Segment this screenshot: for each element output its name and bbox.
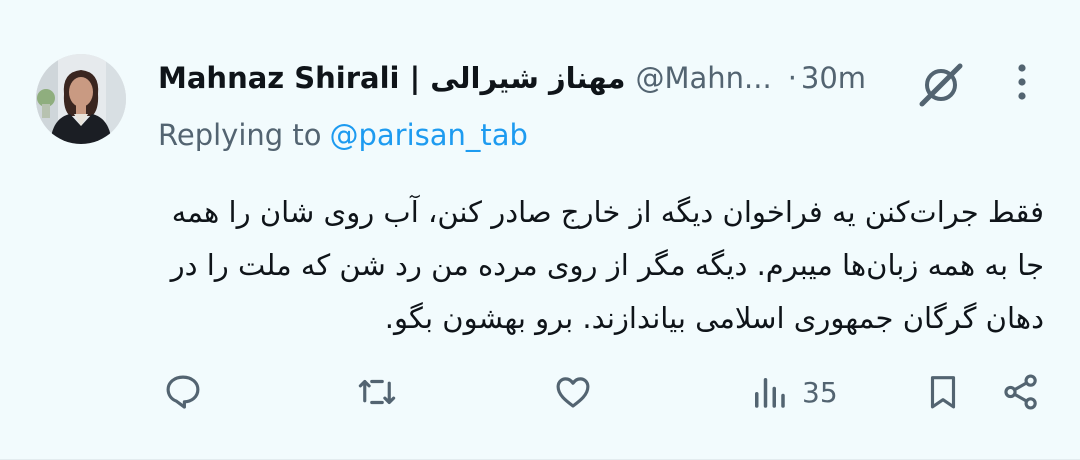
heart-icon (556, 377, 590, 408)
avatar-image (36, 54, 126, 144)
views-button[interactable]: 35 (748, 364, 838, 420)
reply-handle-link[interactable]: @parisan_tab (330, 118, 528, 152)
bookmark-icon (930, 376, 956, 409)
avatar[interactable] (36, 54, 126, 144)
share-button[interactable] (1000, 364, 1042, 420)
user-handle[interactable]: @Mahn... (635, 61, 771, 95)
retweet-icon (358, 379, 396, 405)
bookmark-button[interactable] (922, 364, 964, 420)
share-icon (1004, 374, 1037, 410)
replying-to: Replying to @parisan_tab (158, 118, 528, 152)
like-button[interactable] (552, 364, 594, 420)
tweet-header: Mahnaz Shirali | مهناز شیرالی @Mahn... ·… (158, 56, 866, 100)
tweet-text: فقط جرات‌کنن یه فراخوان دیگه از خارج صاد… (170, 195, 1044, 335)
views-icon (755, 378, 785, 408)
reply-icon (166, 375, 200, 409)
timestamp[interactable]: 30m (801, 61, 866, 95)
display-name[interactable]: Mahnaz Shirali | مهناز شیرالی (158, 61, 625, 95)
grok-icon (919, 63, 963, 107)
replying-to-label: Replying to (158, 118, 322, 152)
separator-dot: · (787, 61, 797, 95)
views-count: 35 (802, 375, 838, 409)
retweet-button[interactable] (356, 364, 398, 420)
action-bar: 35 (0, 364, 1080, 420)
grok-button[interactable] (914, 58, 968, 112)
more-options-button[interactable] (1002, 58, 1042, 106)
reply-button[interactable] (162, 364, 204, 420)
tweet: Mahnaz Shirali | مهناز شیرالی @Mahn... ·… (0, 0, 1080, 460)
more-icon (1018, 64, 1026, 100)
